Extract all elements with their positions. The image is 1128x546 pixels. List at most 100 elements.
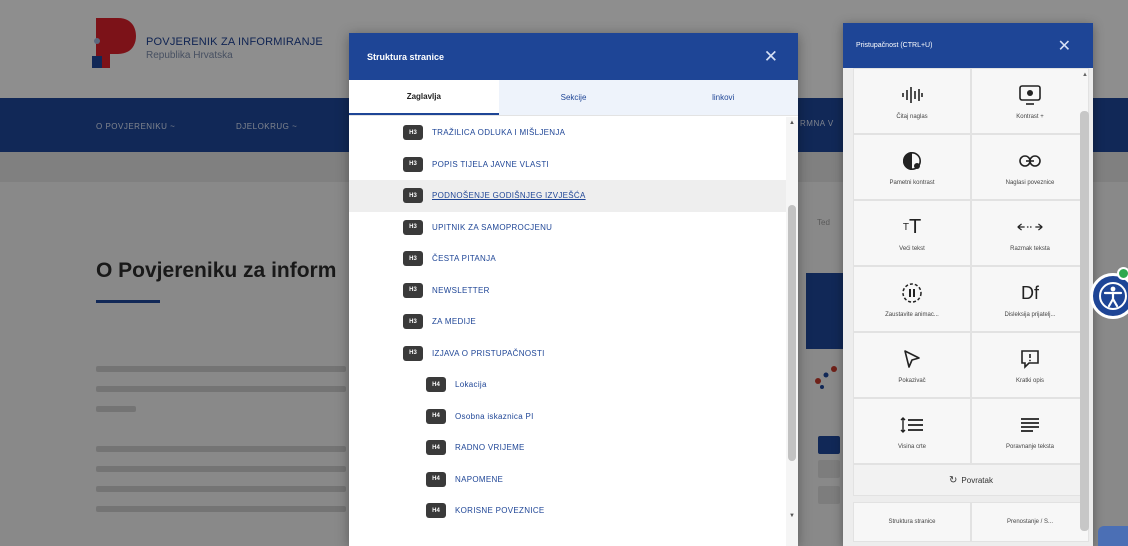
tab-bar: Zaglavlja Sekcije linkovi	[349, 80, 799, 116]
heading-level-badge: H3	[403, 314, 423, 330]
heading-level-badge: H4	[426, 377, 446, 393]
scroll-up-icon[interactable]: ▲	[789, 120, 795, 126]
accessibility-options: Čitaj naglas Kontrast + Pametni kontrast…	[853, 68, 1089, 464]
heading-level-badge: H4	[426, 440, 446, 456]
option-label: Kratki opis	[1015, 378, 1044, 384]
check-badge-icon	[1117, 267, 1128, 280]
accessibility-person-icon	[1099, 282, 1127, 310]
heading-link[interactable]: TRAŽILICA ODLUKA I MIŠLJENJA	[432, 128, 565, 137]
pause-animations-button[interactable]: Zaustavite animac...	[853, 266, 971, 332]
line-height-icon	[899, 412, 925, 438]
text-align-icon	[1017, 412, 1043, 438]
list-item[interactable]: H4 KORISNE POVEZNICE	[349, 495, 786, 527]
option-label: Pametni kontrast	[889, 180, 935, 186]
dyslexia-friendly-button[interactable]: Df Disleksija prijatelj...	[971, 266, 1089, 332]
heading-link[interactable]: UPITNIK ZA SAMOPROCJENU	[432, 223, 552, 232]
read-aloud-button[interactable]: Čitaj naglas	[853, 68, 971, 134]
list-item[interactable]: H3 TRAŽILICA ODLUKA I MIŠLJENJA	[349, 117, 786, 149]
heading-link[interactable]: Lokacija	[455, 380, 487, 389]
list-item[interactable]: H4 Lokacija	[349, 369, 786, 401]
text-align-button[interactable]: Poravnanje teksta	[971, 398, 1089, 464]
panel-scrollbar[interactable]	[1080, 111, 1089, 531]
list-item[interactable]: H3 UPITNIK ZA SAMOPROCJENU	[349, 212, 786, 244]
heading-link[interactable]: NEWSLETTER	[432, 286, 490, 295]
translate-button[interactable]: Prenostanje / S...	[971, 502, 1089, 542]
heading-level-badge: H4	[426, 503, 446, 519]
text-spacing-icon	[1017, 214, 1043, 240]
audio-waveform-icon	[899, 82, 925, 108]
option-label: Naglasi poveznice	[1005, 180, 1055, 186]
option-label: Razmak teksta	[1010, 246, 1050, 252]
heading-level-badge: H3	[403, 188, 423, 204]
monitor-contrast-icon	[1017, 82, 1043, 108]
tab-sections[interactable]: Sekcije	[498, 80, 649, 115]
option-label: Kontrast +	[1016, 114, 1044, 120]
heading-link[interactable]: PODNOŠENJE GODIŠNJEG IZVJEŠĆA	[432, 191, 586, 200]
list-item[interactable]: H3 IZJAVA O PRISTUPAČNOSTI	[349, 338, 786, 370]
heading-link[interactable]: Osobna iskaznica PI	[455, 412, 534, 421]
option-label: Zaustavite animac...	[885, 312, 939, 318]
list-item[interactable]: H3 NEWSLETTER	[349, 275, 786, 307]
option-label: Pokazivač	[898, 378, 926, 384]
reset-label: Povratak	[961, 475, 993, 485]
modal-header: Struktura stranice ✕	[349, 33, 798, 80]
heading-level-badge: H3	[403, 345, 423, 361]
list-item[interactable]: H4 Osobna iskaznica PI	[349, 401, 786, 433]
heading-level-badge: H3	[403, 156, 423, 172]
dyslexia-font-icon: Df	[1021, 282, 1039, 303]
contrast-button[interactable]: Kontrast +	[971, 68, 1089, 134]
panel-scroll-up-icon[interactable]: ▲	[1082, 72, 1088, 78]
cursor-icon	[899, 346, 925, 372]
tooltip-button[interactable]: Kratki opis	[971, 332, 1089, 398]
scrollbar-thumb[interactable]	[788, 205, 796, 461]
heading-link[interactable]: NAPOMENE	[455, 475, 503, 484]
list-item[interactable]: H3 POPIS TIJELA JAVNE VLASTI	[349, 149, 786, 181]
accessibility-panel: Pristupačnost (CTRL+U) ✕ Čitaj naglas Ko…	[843, 23, 1093, 546]
option-label: Disleksija prijatelj...	[1004, 312, 1056, 318]
option-label: Čitaj naglas	[896, 114, 928, 120]
chat-widget-icon[interactable]	[1098, 526, 1128, 546]
modal-title: Struktura stranice	[367, 51, 445, 62]
heading-link[interactable]: IZJAVA O PRISTUPAČNOSTI	[432, 349, 545, 358]
text-spacing-button[interactable]: Razmak teksta	[971, 200, 1089, 266]
heading-level-badge: H3	[403, 125, 423, 141]
close-icon[interactable]: ✕	[1058, 36, 1071, 56]
option-label: Poravnanje teksta	[1005, 444, 1055, 450]
heading-level-badge: H3	[403, 219, 423, 235]
cursor-button[interactable]: Pokazivač	[853, 332, 971, 398]
accessibility-bottom-buttons: Struktura stranice Prenostanje / S...	[853, 502, 1089, 542]
close-icon[interactable]: ✕	[764, 47, 778, 67]
accessibility-header: Pristupačnost (CTRL+U) ✕	[843, 23, 1093, 68]
list-item[interactable]: H4 NAPOMENE	[349, 464, 786, 496]
text-size-icon: TT	[902, 215, 922, 238]
list-item[interactable]: H4 RADNO VRIJEME	[349, 432, 786, 464]
smart-contrast-icon	[899, 148, 925, 174]
pause-animation-icon	[899, 280, 925, 306]
accessibility-title: Pristupačnost (CTRL+U)	[856, 42, 933, 49]
heading-level-badge: H4	[426, 471, 446, 487]
smart-contrast-button[interactable]: Pametni kontrast	[853, 134, 971, 200]
scroll-down-icon[interactable]: ▼	[789, 513, 795, 519]
bigger-text-button[interactable]: TT Veći tekst	[853, 200, 971, 266]
highlight-links-button[interactable]: Naglasi poveznice	[971, 134, 1089, 200]
option-label: Visina crte	[898, 444, 926, 450]
heading-list: H3 TRAŽILICA ODLUKA I MIŠLJENJA H3 POPIS T…	[349, 117, 786, 546]
heading-link[interactable]: ZA MEDIJE	[432, 317, 476, 326]
tab-links[interactable]: linkovi	[648, 80, 799, 115]
line-height-button[interactable]: Visina crte	[853, 398, 971, 464]
reset-icon: ↻	[949, 474, 958, 486]
heading-link[interactable]: RADNO VRIJEME	[455, 443, 525, 452]
page-structure-button[interactable]: Struktura stranice	[853, 502, 971, 542]
list-item[interactable]: H3 ZA MEDIJE	[349, 306, 786, 338]
heading-link[interactable]: KORISNE POVEZNICE	[455, 506, 545, 515]
heading-link[interactable]: POPIS TIJELA JAVNE VLASTI	[432, 160, 549, 169]
list-item[interactable]: H3 ČESTA PITANJA	[349, 243, 786, 275]
heading-level-badge: H3	[403, 251, 423, 267]
heading-link[interactable]: ČESTA PITANJA	[432, 254, 496, 263]
option-label: Veći tekst	[899, 246, 925, 252]
heading-level-badge: H4	[426, 408, 446, 424]
list-item-selected[interactable]: H3 PODNOŠENJE GODIŠNJEG IZVJEŠĆA	[349, 180, 786, 212]
heading-level-badge: H3	[403, 282, 423, 298]
tab-headings[interactable]: Zaglavlja	[349, 80, 499, 115]
reset-button[interactable]: ↻ Povratak	[853, 464, 1089, 496]
